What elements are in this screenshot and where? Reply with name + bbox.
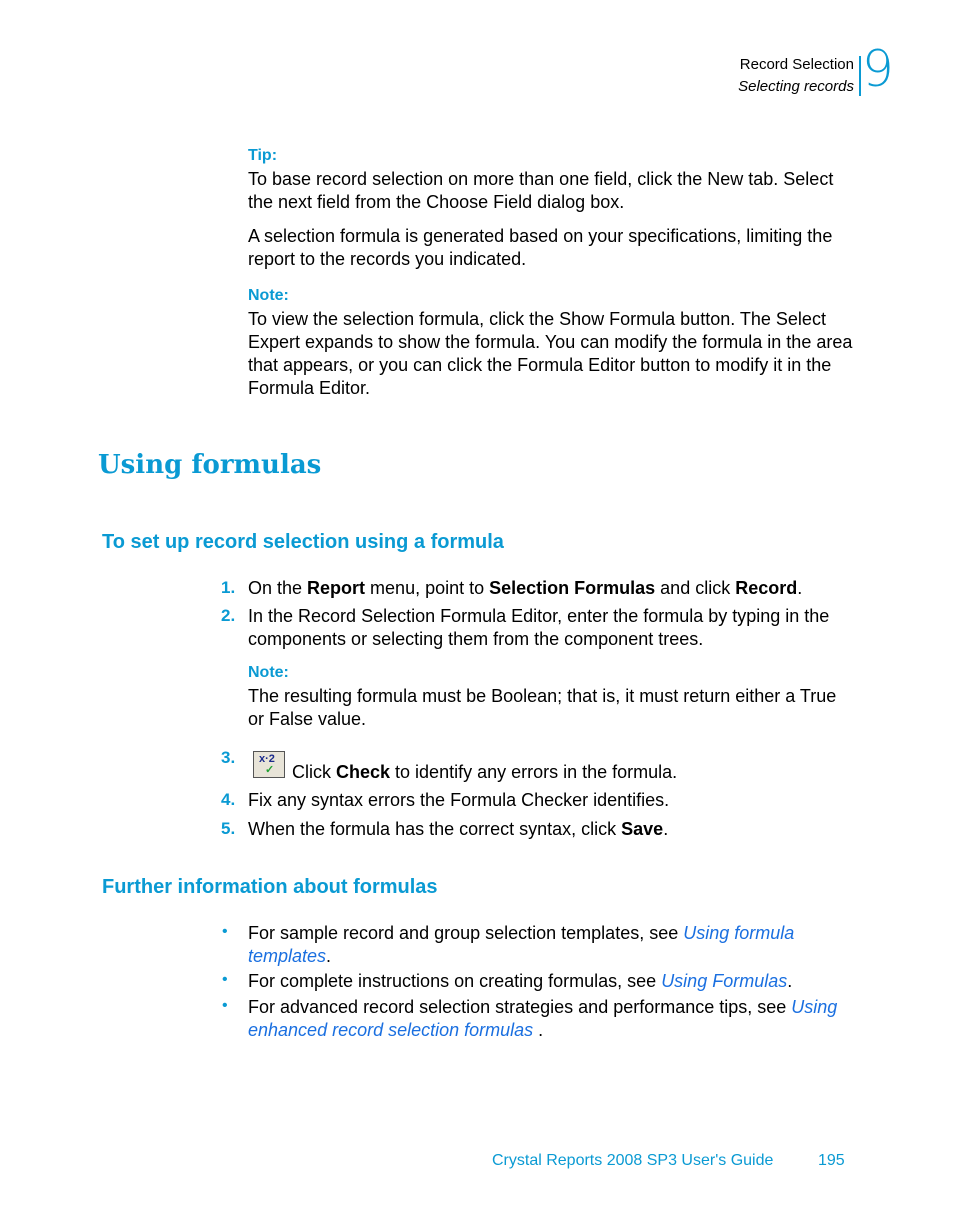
- chapter-title: Record Selection: [739, 56, 854, 73]
- text: When the formula has the correct syntax,…: [248, 819, 622, 839]
- text: Click: [292, 762, 336, 782]
- text: For complete instructions on creating fo…: [248, 971, 662, 991]
- text: and click: [655, 578, 736, 598]
- link-using-formulas[interactable]: Using Formulas: [661, 971, 787, 991]
- step-text: Click Check to identify any errors in th…: [292, 761, 852, 784]
- tip-text: To base record selection on more than on…: [248, 169, 834, 212]
- button-name-check: Check: [336, 762, 391, 782]
- text: For advanced record selection strategies…: [248, 997, 792, 1017]
- text: .: [787, 971, 793, 991]
- procedure-heading: To set up record selection using a formu…: [102, 531, 504, 553]
- step-number: 1.: [221, 578, 236, 597]
- text: .: [533, 1020, 544, 1040]
- step-number: 2.: [221, 606, 236, 625]
- list-item-text: For advanced record selection strategies…: [248, 996, 858, 1042]
- header-divider: [859, 56, 861, 96]
- footer-guide-title: Crystal Reports 2008 SP3 User's Guide: [492, 1152, 774, 1169]
- menu-name-report: Report: [307, 578, 366, 598]
- text: For sample record and group selection te…: [248, 923, 684, 943]
- checkmark-icon: ✓: [265, 764, 275, 776]
- text: menu, point to: [365, 578, 490, 598]
- tip-label: Tip:: [248, 147, 278, 164]
- step-text: When the formula has the correct syntax,…: [248, 818, 858, 841]
- list-item-text: For complete instructions on creating fo…: [248, 970, 858, 993]
- text: .: [326, 946, 332, 966]
- step-text: Fix any syntax errors the Formula Checke…: [248, 790, 670, 810]
- text: .: [663, 819, 669, 839]
- step-number: 5.: [221, 819, 236, 838]
- text: to identify any errors in the formula.: [390, 762, 678, 782]
- note-text: To view the selection formula, click the…: [248, 309, 853, 398]
- formula-check-icon: x·2 ✓: [253, 751, 285, 778]
- step-text: In the Record Selection Formula Editor, …: [248, 606, 830, 649]
- page-number: 195: [818, 1152, 845, 1169]
- list-item-text: For sample record and group selection te…: [248, 922, 858, 968]
- step-number: 4.: [221, 790, 236, 809]
- menu-name-selection-formulas: Selection Formulas: [489, 578, 656, 598]
- note-label: Note:: [248, 664, 289, 681]
- bullet-icon: •: [222, 997, 228, 1014]
- bullet-icon: •: [222, 923, 228, 940]
- note-label: Note:: [248, 287, 289, 304]
- step-number: 3.: [221, 748, 236, 767]
- step-text: On the Report menu, point to Selection F…: [248, 577, 858, 600]
- section-title: Selecting records: [738, 78, 854, 95]
- further-info-heading: Further information about formulas: [102, 876, 438, 898]
- button-name-save: Save: [621, 819, 664, 839]
- text: On the: [248, 578, 308, 598]
- chapter-number: 9: [862, 40, 894, 98]
- note-text: The resulting formula must be Boolean; t…: [248, 686, 837, 729]
- paragraph-selection-formula: A selection formula is generated based o…: [248, 226, 833, 269]
- bullet-icon: •: [222, 971, 228, 988]
- heading-using-formulas: Using formulas: [98, 450, 322, 480]
- menu-name-record: Record: [735, 578, 798, 598]
- text: .: [797, 578, 803, 598]
